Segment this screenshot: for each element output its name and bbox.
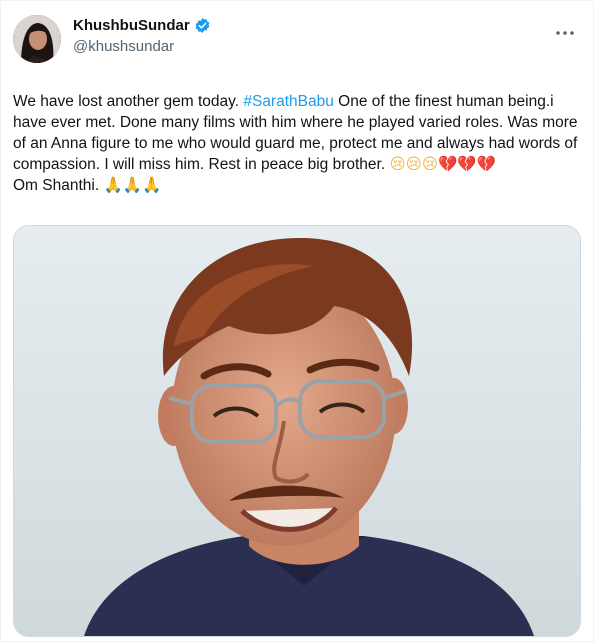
display-name-row: KhushbuSundar (73, 17, 211, 34)
hashtag-link[interactable]: #SarathBabu (243, 93, 334, 110)
crying-face-emojis: 😢😢😢 (389, 155, 438, 173)
more-options-icon[interactable] (553, 25, 577, 41)
tweet-photo[interactable] (13, 225, 581, 637)
verified-badge-icon (194, 17, 211, 34)
tweet-text-closing: Om Shanthi. (13, 177, 104, 194)
tweet-text-intro: We have lost another gem today. (13, 93, 244, 110)
tweet-header: KhushbuSundar @khushsundar (13, 15, 581, 71)
avatar[interactable] (13, 15, 61, 63)
folded-hands-emojis: 🙏🙏🙏 (103, 176, 162, 194)
tweet-card: KhushbuSundar @khushsundar We have lost … (0, 0, 594, 642)
tweet-text: We have lost another gem today. #SarathB… (13, 91, 583, 196)
author-handle[interactable]: @khushsundar (73, 38, 211, 55)
display-name[interactable]: KhushbuSundar (73, 17, 190, 34)
author-names: KhushbuSundar @khushsundar (73, 17, 211, 55)
broken-heart-emojis: 💔💔💔 (437, 155, 496, 173)
